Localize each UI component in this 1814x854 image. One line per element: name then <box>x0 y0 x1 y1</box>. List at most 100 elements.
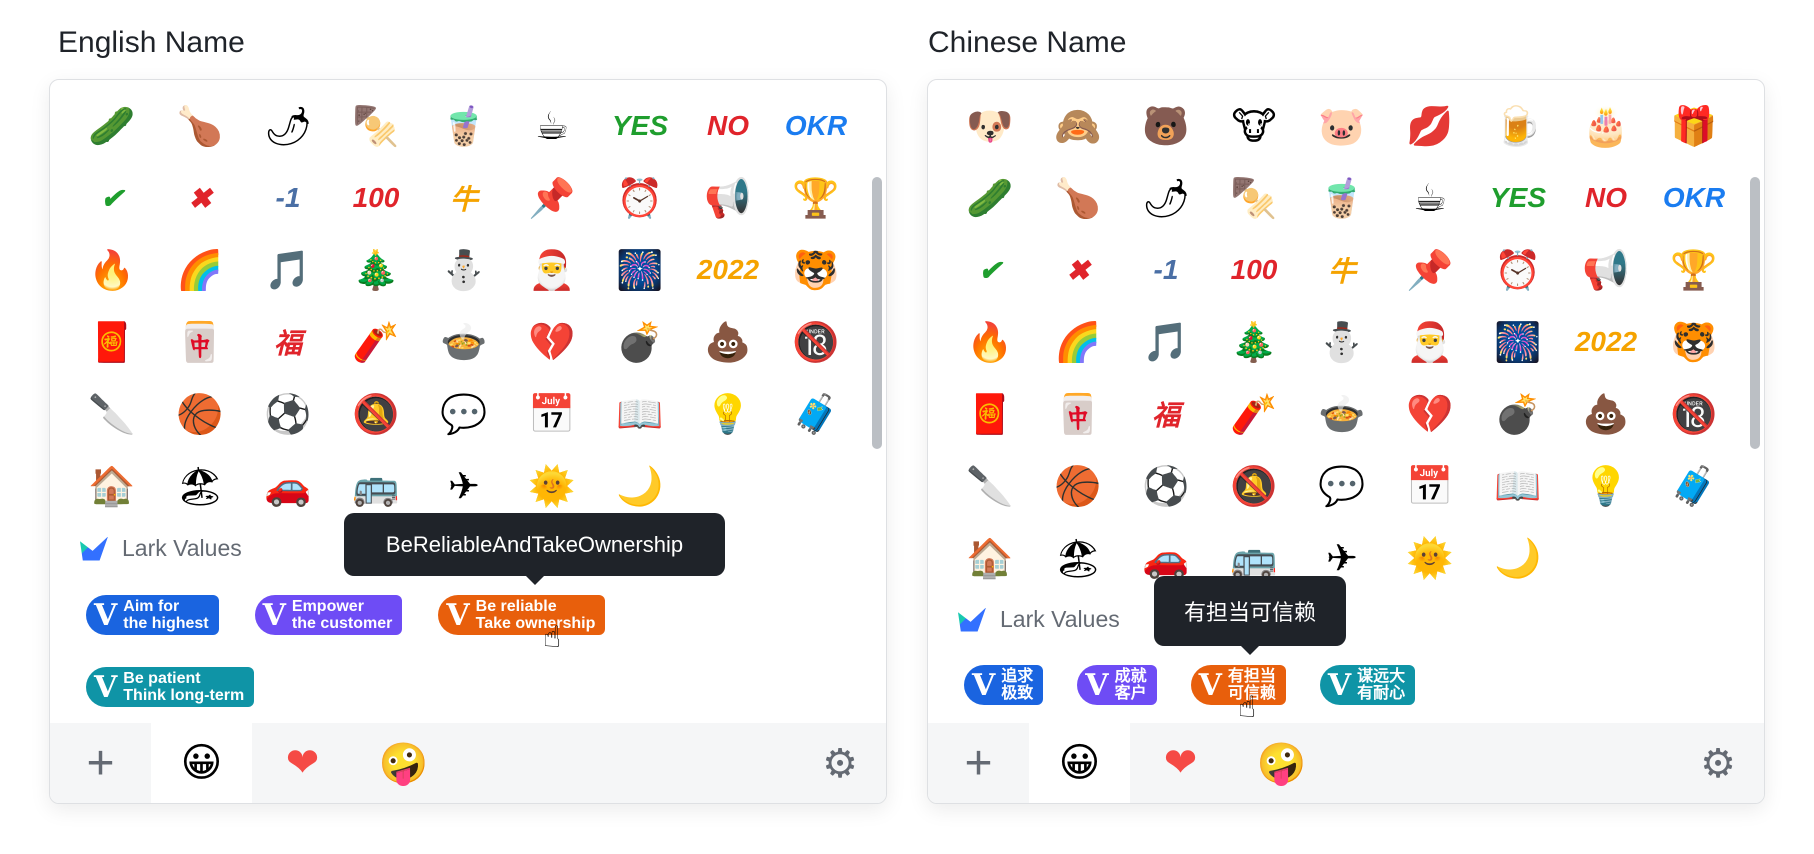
fu-icon[interactable]: 福 <box>1122 378 1210 450</box>
chili-icon[interactable]: 🌶 <box>1122 162 1210 234</box>
moon-icon[interactable]: 🌙 <box>596 450 684 522</box>
lightbulb-icon[interactable]: 💡 <box>1562 450 1650 522</box>
chat-bubble-icon[interactable]: 💬 <box>420 378 508 450</box>
chili-icon[interactable]: 🌶 <box>244 90 332 162</box>
okr-icon[interactable]: OKR <box>772 90 860 162</box>
tiger-icon[interactable]: 🐯 <box>1650 306 1738 378</box>
snowman-icon[interactable]: ⛄ <box>420 234 508 306</box>
christmas-tree-icon[interactable]: 🎄 <box>1210 306 1298 378</box>
trophy-icon[interactable]: 🏆 <box>1650 234 1738 306</box>
beach-icon[interactable]: 🏖 <box>156 450 244 522</box>
skewer-icon[interactable]: 🍢 <box>1210 162 1298 234</box>
value-badge[interactable]: V 追求 极致 <box>964 665 1044 705</box>
niu-icon[interactable]: 牛 <box>420 162 508 234</box>
bubble-tea-icon[interactable]: 🧋 <box>1298 162 1386 234</box>
skewer-icon[interactable]: 🍢 <box>332 90 420 162</box>
car-icon[interactable]: 🚗 <box>244 450 332 522</box>
no-under-18-icon[interactable]: 🔞 <box>1650 378 1738 450</box>
cross-icon[interactable]: ✖ <box>156 162 244 234</box>
basketball-icon[interactable]: 🏀 <box>1034 450 1122 522</box>
pin-icon[interactable]: 📌 <box>1386 234 1474 306</box>
book-icon[interactable]: 📖 <box>1474 450 1562 522</box>
niu-icon[interactable]: 牛 <box>1298 234 1386 306</box>
cucumber-icon[interactable]: 🥒 <box>68 90 156 162</box>
tangyuan-bowl-icon[interactable]: 🍲 <box>420 306 508 378</box>
drumstick-icon[interactable]: 🍗 <box>1034 162 1122 234</box>
check-icon[interactable]: ✔ <box>68 162 156 234</box>
hundred-icon[interactable]: 100 <box>332 162 420 234</box>
bell-mute-icon[interactable]: 🔕 <box>332 378 420 450</box>
footer-tab-custom-sticker[interactable]: 🤪 <box>353 723 454 803</box>
bomb-icon[interactable]: 💣 <box>1474 378 1562 450</box>
fu-icon[interactable]: 福 <box>244 306 332 378</box>
red-envelope-icon[interactable]: 🧧 <box>946 378 1034 450</box>
pig-icon[interactable]: 🐷 <box>1298 90 1386 162</box>
okr-icon[interactable]: OKR <box>1650 162 1738 234</box>
calendar-icon[interactable]: 📅 <box>508 378 596 450</box>
hundred-icon[interactable]: 100 <box>1210 234 1298 306</box>
footer-tab-smile[interactable]: 😀 <box>1029 723 1130 803</box>
music-note-icon[interactable]: 🎵 <box>244 234 332 306</box>
bubble-tea-icon[interactable]: 🧋 <box>420 90 508 162</box>
moon-icon[interactable]: 🌙 <box>1474 522 1562 594</box>
scrollbar[interactable] <box>872 177 882 449</box>
fire-icon[interactable]: 🔥 <box>946 306 1034 378</box>
minus-one-icon[interactable]: -1 <box>1122 234 1210 306</box>
scrollbar[interactable] <box>1750 177 1760 449</box>
footer-tab-add[interactable]: + <box>50 723 151 803</box>
bomb-icon[interactable]: 💣 <box>596 306 684 378</box>
cucumber-icon[interactable]: 🥒 <box>946 162 1034 234</box>
alarm-clock-icon[interactable]: ⏰ <box>596 162 684 234</box>
fire-icon[interactable]: 🔥 <box>68 234 156 306</box>
trophy-icon[interactable]: 🏆 <box>772 162 860 234</box>
luggage-icon[interactable]: 🧳 <box>1650 450 1738 522</box>
tiger-icon[interactable]: 🐯 <box>772 234 860 306</box>
megaphone-icon[interactable]: 📢 <box>1562 234 1650 306</box>
no-icon[interactable]: NO <box>684 90 772 162</box>
rainbow-icon[interactable]: 🌈 <box>156 234 244 306</box>
fa-tile-icon[interactable]: 🀄 <box>1034 378 1122 450</box>
santa-hat-icon[interactable]: 🎅 <box>508 234 596 306</box>
cleaver-icon[interactable]: 🔪 <box>946 450 1034 522</box>
firecracker-icon[interactable]: 🧨 <box>332 306 420 378</box>
no-under-18-icon[interactable]: 🔞 <box>772 306 860 378</box>
soccer-icon[interactable]: ⚽ <box>1122 450 1210 522</box>
book-icon[interactable]: 📖 <box>596 378 684 450</box>
poop-icon[interactable]: 💩 <box>684 306 772 378</box>
value-badge[interactable]: V Aim for the highest <box>86 595 219 635</box>
broken-heart-icon[interactable]: 💔 <box>1386 378 1474 450</box>
fireworks-icon[interactable]: 🎆 <box>596 234 684 306</box>
airplane-icon[interactable]: ✈ <box>420 450 508 522</box>
value-badge[interactable]: V Empower the customer <box>254 595 403 635</box>
bell-mute-icon[interactable]: 🔕 <box>1210 450 1298 522</box>
alarm-clock-icon[interactable]: ⏰ <box>1474 234 1562 306</box>
see-no-evil-monkey-icon[interactable]: 🙈 <box>1034 90 1122 162</box>
cleaver-icon[interactable]: 🔪 <box>68 378 156 450</box>
footer-tab-heart[interactable]: ❤ <box>252 723 353 803</box>
fa-tile-icon[interactable]: 🀄 <box>156 306 244 378</box>
house-icon[interactable]: 🏠 <box>946 522 1034 594</box>
sun-icon[interactable]: 🌞 <box>1386 522 1474 594</box>
luggage-icon[interactable]: 🧳 <box>772 378 860 450</box>
footer-tab-heart[interactable]: ❤ <box>1130 723 1231 803</box>
yes-icon[interactable]: YES <box>1474 162 1562 234</box>
rainbow-icon[interactable]: 🌈 <box>1034 306 1122 378</box>
check-icon[interactable]: ✔ <box>946 234 1034 306</box>
firecracker-icon[interactable]: 🧨 <box>1210 378 1298 450</box>
yes-icon[interactable]: YES <box>596 90 684 162</box>
calendar-icon[interactable]: 📅 <box>1386 450 1474 522</box>
bus-icon[interactable]: 🚌 <box>332 450 420 522</box>
lightbulb-icon[interactable]: 💡 <box>684 378 772 450</box>
christmas-tree-icon[interactable]: 🎄 <box>332 234 420 306</box>
kiss-icon[interactable]: 💋 <box>1386 90 1474 162</box>
basketball-icon[interactable]: 🏀 <box>156 378 244 450</box>
poop-icon[interactable]: 💩 <box>1562 378 1650 450</box>
footer-tab-smile[interactable]: 😀 <box>151 723 252 803</box>
cross-icon[interactable]: ✖ <box>1034 234 1122 306</box>
red-envelope-icon[interactable]: 🧧 <box>68 306 156 378</box>
value-badge[interactable]: V Be reliable Take ownership <box>438 595 606 635</box>
value-badge[interactable]: V Be patient Think long-term <box>86 667 255 707</box>
bear-icon[interactable]: 🐻 <box>1122 90 1210 162</box>
santa-hat-icon[interactable]: 🎅 <box>1386 306 1474 378</box>
settings-gear-icon[interactable]: ⚙ <box>822 741 858 787</box>
